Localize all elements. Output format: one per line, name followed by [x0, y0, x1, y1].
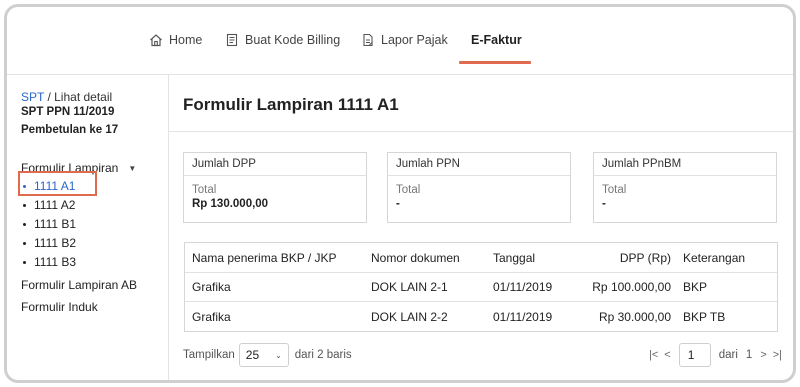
card-total-label: Total — [192, 184, 217, 196]
sidebar-item-1111-b1[interactable]: 1111 B1 — [23, 217, 76, 231]
nav-efaktur-label: E-Faktur — [471, 33, 522, 47]
cell-tanggal: 01/11/2019 — [493, 280, 553, 294]
cell-dpp: Rp 100.000,00 — [592, 280, 671, 294]
faktur-table: Nama penerima BKP / JKP Nomor dokumen Ta… — [184, 242, 778, 332]
nav-home[interactable]: Home — [149, 29, 202, 51]
bullet-icon — [23, 241, 26, 245]
nav-e-faktur[interactable]: E-Faktur — [471, 29, 522, 51]
cell-nama: Grafika — [192, 309, 231, 324]
sidebar: SPT / Lihat detail SPT PPN 11/2019 Pembe… — [7, 75, 169, 380]
column-header-keterangan[interactable]: Keterangan — [681, 251, 777, 265]
pagination: |< < 1 dari 1 > >| — [649, 343, 788, 367]
table-row[interactable]: Grafika DOK LAIN 2-1 01/11/2019 Rp 100.0… — [185, 273, 777, 302]
cell-nomor: DOK LAIN 2-1 — [371, 280, 448, 294]
page-of-label: dari — [718, 349, 738, 361]
page-size-select[interactable]: 25 ⌄ — [238, 343, 289, 367]
sidebar-item-1111-b3[interactable]: 1111 B3 — [23, 255, 76, 269]
page-size-control: Tampilkan 25 ⌄ dari 2 baris — [183, 343, 352, 367]
nav-billing-label: Buat Kode Billing — [245, 33, 341, 47]
cell-nama: Grafika — [192, 280, 231, 294]
sidebar-item-label: 1111 A2 — [34, 198, 76, 212]
card-total-value: - — [396, 198, 400, 210]
table-header-row: Nama penerima BKP / JKP Nomor dokumen Ta… — [185, 243, 777, 273]
active-tab-indicator — [459, 61, 531, 64]
card-heading: Jumlah PPN — [388, 153, 570, 176]
summary-card-ppnbm: Jumlah PPnBM Total - — [593, 152, 777, 223]
home-icon — [150, 34, 162, 47]
divider — [169, 131, 793, 132]
spt-title: SPT PPN 11/2019 — [21, 106, 115, 118]
column-header-dpp[interactable]: DPP (Rp) — [565, 251, 681, 265]
nav-buat-kode-billing[interactable]: Buat Kode Billing — [225, 29, 340, 51]
sidebar-item-1111-a2[interactable]: 1111 A2 — [23, 198, 75, 212]
summary-card-dpp: Jumlah DPP Total Rp 130.000,00 — [183, 152, 367, 223]
bullet-icon — [23, 203, 26, 207]
page-number-input[interactable]: 1 — [678, 343, 711, 367]
sidebar-item-label: 1111 B3 — [34, 255, 77, 269]
main-content: Formulir Lampiran 1111 A1 Jumlah DPP Tot… — [169, 75, 793, 380]
card-total-label: Total — [396, 184, 421, 196]
first-page-icon[interactable]: |< — [649, 349, 658, 361]
report-doc-icon — [363, 33, 373, 47]
sidebar-item-formulir-lampiran-ab[interactable]: Formulir Lampiran AB — [21, 278, 137, 292]
cell-tanggal: 01/11/2019 — [493, 309, 553, 324]
bullet-icon — [23, 222, 26, 226]
cell-keterangan: BKP — [683, 280, 708, 294]
top-nav: Home Buat Kode Billing Lapor Pajak E-Fak… — [7, 7, 793, 75]
sidebar-item-label: 1111 A1 — [34, 179, 76, 193]
card-heading: Jumlah DPP — [184, 153, 366, 176]
summary-card-ppn: Jumlah PPN Total - — [387, 152, 571, 223]
last-page-icon[interactable]: >| — [773, 349, 782, 361]
sidebar-item-1111-b2[interactable]: 1111 B2 — [23, 236, 76, 250]
show-label: Tampilkan — [183, 349, 235, 361]
chevron-down-icon: ⌄ — [275, 350, 282, 360]
next-page-icon[interactable]: > — [760, 349, 766, 361]
prev-page-icon[interactable]: < — [664, 349, 670, 361]
column-header-nomor[interactable]: Nomor dokumen — [371, 251, 493, 265]
card-total-label: Total — [602, 184, 627, 196]
column-header-tanggal[interactable]: Tanggal — [493, 251, 565, 265]
page-title: Formulir Lampiran 1111 A1 — [183, 95, 399, 114]
cell-nomor: DOK LAIN 2-2 — [371, 309, 448, 324]
sidebar-item-label: 1111 B1 — [34, 217, 77, 231]
cell-dpp: Rp 30.000,00 — [598, 309, 671, 324]
breadcrumb-spt-link[interactable]: SPT — [21, 90, 44, 104]
spt-revision: Pembetulan ke 17 — [21, 124, 119, 136]
nav-lapor-label: Lapor Pajak — [381, 33, 448, 47]
row-count-text: dari 2 baris — [294, 349, 352, 361]
sidebar-item-1111-a1[interactable]: 1111 A1 — [23, 179, 75, 193]
sidebar-item-label: 1111 B2 — [34, 236, 77, 250]
card-total-value: Rp 130.000,00 — [192, 198, 269, 210]
billing-doc-icon — [226, 33, 238, 47]
card-heading: Jumlah PPnBM — [594, 153, 776, 176]
table-row[interactable]: Grafika DOK LAIN 2-2 01/11/2019 Rp 30.00… — [185, 302, 777, 331]
breadcrumb-current: / Lihat detail — [44, 90, 113, 104]
page-size-value: 25 — [245, 348, 260, 362]
card-total-value: - — [602, 198, 606, 210]
app-window: Home Buat Kode Billing Lapor Pajak E-Fak… — [4, 4, 796, 383]
cell-keterangan: BKP TB — [683, 309, 726, 324]
nav-lapor-pajak[interactable]: Lapor Pajak — [361, 29, 448, 51]
bullet-icon — [23, 260, 26, 264]
nav-home-label: Home — [169, 33, 203, 47]
breadcrumb: SPT / Lihat detail — [21, 90, 112, 104]
caret-down-icon: ▼ — [128, 163, 137, 173]
column-header-nama[interactable]: Nama penerima BKP / JKP — [185, 251, 371, 265]
bullet-icon — [23, 184, 26, 188]
total-pages: 1 — [745, 349, 753, 361]
sidebar-item-formulir-induk[interactable]: Formulir Induk — [21, 300, 98, 314]
